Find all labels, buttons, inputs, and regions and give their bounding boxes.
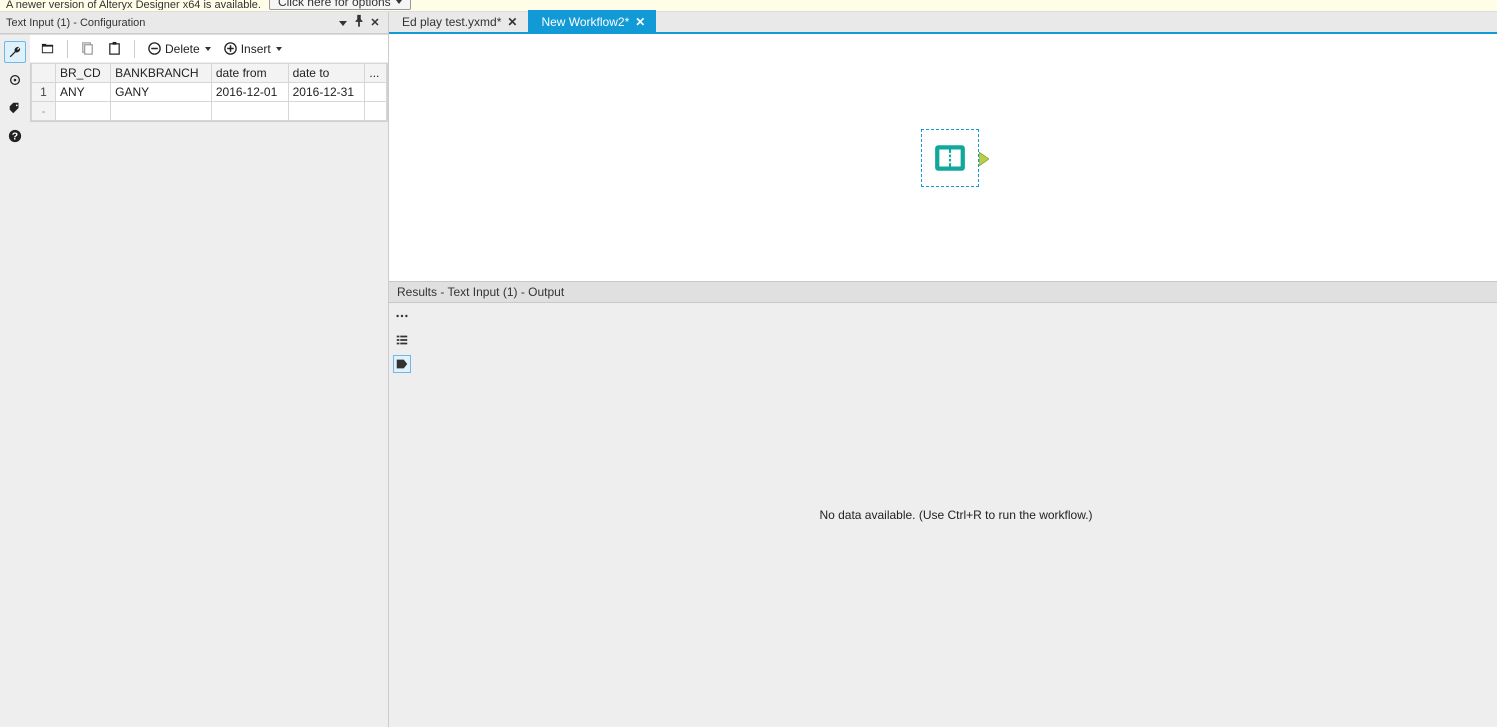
import-icon[interactable] [36,39,59,58]
separator [134,40,135,58]
cell-date-from[interactable]: 2016-12-01 [211,83,288,102]
update-options-button[interactable]: Click here for options [269,0,411,10]
update-notice-bar: A newer version of Alteryx Designer x64 … [0,0,1497,12]
col-extra[interactable]: ... [365,64,387,83]
separator [67,40,68,58]
output-anchor-icon[interactable] [393,355,411,373]
delete-button[interactable]: Delete [143,39,215,58]
results-gutter [389,303,415,727]
results-title: Results - Text Input (1) - Output [397,285,564,299]
pin-icon[interactable] [352,14,366,31]
chevron-down-icon [205,47,211,51]
panel-menu-button[interactable] [336,17,350,29]
chevron-down-icon [276,47,282,51]
cell-date-to[interactable]: 2016-12-31 [288,83,365,102]
svg-text:?: ? [12,131,18,143]
config-panel-header: Text Input (1) - Configuration ✕ [0,12,388,34]
wrench-icon[interactable] [4,41,26,63]
col-date-from[interactable]: date from [211,64,288,83]
config-side-toolbar: ? [0,35,30,727]
target-icon[interactable] [4,69,26,91]
config-toolbar: Delete Insert [30,35,388,63]
text-input-node[interactable] [921,129,979,187]
text-input-grid[interactable]: BR_CD BANKBRANCH date from date to ... 1… [31,63,387,121]
chevron-down-icon [396,0,402,4]
cell-bankbranch[interactable]: GANY [111,83,212,102]
table-row[interactable]: 1 ANY GANY 2016-12-01 2016-12-31 [32,83,387,102]
paste-icon[interactable] [103,39,126,58]
col-bankbranch[interactable]: BANKBRANCH [111,64,212,83]
close-tab-icon[interactable]: ✕ [635,16,645,28]
col-br-cd[interactable]: BR_CD [55,64,110,83]
results-header: Results - Text Input (1) - Output [389,281,1497,303]
col-date-to[interactable]: date to [288,64,365,83]
config-panel-title: Text Input (1) - Configuration [6,17,334,29]
close-panel-icon[interactable]: ✕ [368,16,382,29]
help-icon[interactable]: ? [4,125,26,147]
workflow-tabbar: Ed play test.yxmd* ✕ New Workflow2* ✕ [389,12,1497,34]
node-output-anchor[interactable] [979,152,989,169]
update-notice-text: A newer version of Alteryx Designer x64 … [6,0,261,10]
ellipsis-icon[interactable] [393,307,411,325]
cell-br-cd[interactable]: ANY [55,83,110,102]
grid-header-row: BR_CD BANKBRANCH date from date to ... [32,64,387,83]
tag-icon[interactable] [4,97,26,119]
close-tab-icon[interactable]: ✕ [507,16,517,28]
insert-button[interactable]: Insert [219,39,286,58]
no-data-message: No data available. (Use Ctrl+R to run th… [819,508,1092,522]
list-view-icon[interactable] [393,331,411,349]
tab-ed-play-test[interactable]: Ed play test.yxmd* ✕ [389,10,528,32]
copy-icon[interactable] [76,39,99,58]
table-row-blank[interactable]: - [32,102,387,121]
tab-new-workflow2[interactable]: New Workflow2* ✕ [528,10,656,32]
workflow-canvas[interactable] [389,34,1497,281]
results-content: No data available. (Use Ctrl+R to run th… [415,303,1497,727]
